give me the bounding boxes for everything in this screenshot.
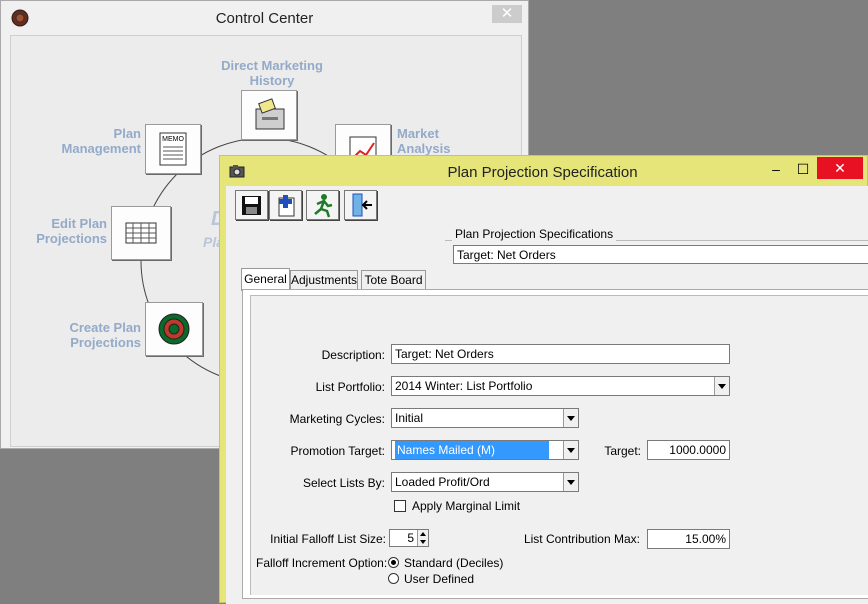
plan-window-client: Plan Projection Specifications Target: N…	[226, 186, 868, 604]
spreadsheet-icon	[125, 222, 157, 244]
run-button[interactable]	[306, 190, 339, 220]
chevron-down-icon[interactable]	[563, 441, 578, 459]
maximize-button[interactable]: ☐	[788, 160, 818, 180]
chevron-down-icon[interactable]	[563, 409, 578, 427]
radio-user-defined[interactable]	[388, 573, 399, 584]
plan-projection-window: Plan Projection Specification – ☐ ✕ Plan…	[219, 155, 868, 604]
marketing-cycles-value: Initial	[395, 411, 424, 425]
apply-marginal-limit-label: Apply Marginal Limit	[412, 499, 521, 513]
promotion-target-value: Names Mailed (M)	[395, 441, 549, 459]
option-user-defined-label: User Defined	[404, 572, 475, 586]
target-field[interactable]: 1000.0000	[647, 440, 730, 460]
promotion-target-select[interactable]: Names Mailed (M)	[391, 440, 579, 460]
create-plan-projections-button[interactable]	[145, 302, 203, 356]
list-portfolio-value: 2014 Winter: List Portfolio	[395, 379, 533, 393]
tab-tote-board[interactable]: Tote Board	[361, 270, 426, 290]
chevron-down-icon[interactable]	[714, 377, 729, 395]
new-document-button[interactable]	[269, 190, 302, 220]
label-edit-plan-projections: Edit Plan Projections	[36, 216, 107, 246]
file-cabinet-icon	[255, 98, 285, 130]
select-lists-by-label: Select Lists By:	[302, 476, 385, 490]
list-portfolio-select[interactable]: 2014 Winter: List Portfolio	[391, 376, 730, 396]
chevron-down-icon[interactable]	[563, 473, 578, 491]
exit-button[interactable]	[344, 190, 377, 220]
edit-plan-projections-button[interactable]	[111, 206, 171, 260]
select-lists-by-select[interactable]: Loaded Profit/Ord	[391, 472, 579, 492]
list-contribution-field[interactable]: 15.00%	[647, 529, 730, 549]
memo-icon-text: MEMO	[162, 136, 184, 143]
option-standard-label: Standard (Deciles)	[404, 556, 504, 570]
stepper-arrows-icon	[420, 532, 426, 544]
running-man-icon	[314, 194, 333, 218]
new-document-icon	[278, 195, 295, 217]
initial-falloff-label: Initial Falloff List Size:	[270, 532, 386, 546]
minimize-button[interactable]: –	[761, 160, 791, 180]
list-contribution-label: List Contribution Max:	[523, 532, 640, 546]
specs-field[interactable]: Target: Net Orders	[453, 245, 868, 264]
plan-management-button[interactable]: MEMO	[145, 124, 201, 174]
exit-door-icon	[352, 193, 372, 217]
tab-general[interactable]: General	[241, 268, 290, 291]
target-wheel-icon	[158, 313, 190, 345]
label-market-analysis: Market Analysis	[397, 126, 451, 156]
list-portfolio-label: List Portfolio:	[315, 380, 385, 394]
marketing-cycles-label: Marketing Cycles:	[289, 412, 385, 426]
falloff-increment-label: Falloff Increment Option:	[256, 556, 388, 570]
radio-selected-dot-icon	[391, 560, 396, 565]
quantity-stepper[interactable]	[417, 530, 428, 546]
control-center-title: Control Center	[215, 10, 314, 27]
tab-adjustments[interactable]: Adjustments	[290, 270, 358, 290]
specs-group-label: Plan Projection Specifications	[452, 227, 617, 241]
control-center-titlebar[interactable]: Control Center ✕	[1, 1, 528, 33]
control-center-close-button[interactable]: ✕	[492, 5, 522, 23]
label-create-plan-projections: Create Plan Projections	[69, 320, 141, 350]
label-plan-management: Plan Management	[61, 126, 141, 156]
save-disk-icon	[242, 196, 261, 215]
direct-marketing-history-button[interactable]	[241, 90, 297, 140]
promotion-target-label: Promotion Target:	[290, 444, 386, 458]
label-direct-marketing-history: Direct Marketing History	[221, 58, 323, 88]
marketing-cycles-select[interactable]: Initial	[391, 408, 579, 428]
apply-marginal-limit-checkbox[interactable]	[394, 500, 406, 512]
select-lists-by-value: Loaded Profit/Ord	[395, 475, 490, 489]
plan-close-button[interactable]: ✕	[817, 157, 863, 179]
save-button[interactable]	[235, 190, 268, 220]
description-field[interactable]: Target: Net Orders	[391, 344, 730, 364]
initial-falloff-value: 5	[407, 531, 414, 545]
memo-icon: MEMO	[159, 132, 187, 166]
radio-standard-deciles[interactable]	[388, 557, 399, 568]
description-label: Description:	[321, 348, 385, 362]
initial-falloff-field[interactable]: 5	[389, 529, 429, 547]
target-label: Target:	[604, 444, 641, 458]
